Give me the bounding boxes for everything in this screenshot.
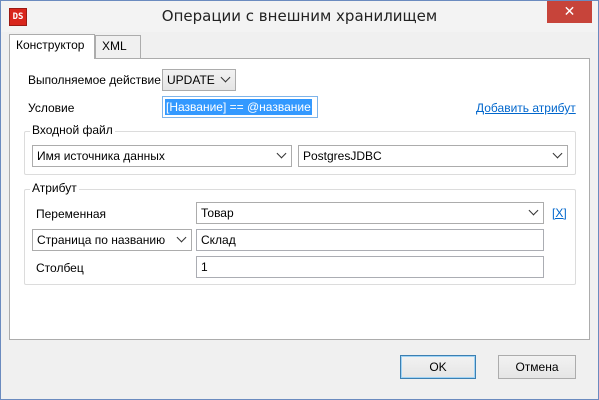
source-value-text: PostgresJDBC [303, 149, 382, 163]
cancel-button[interactable]: Отмена [498, 355, 576, 379]
source-value-select[interactable]: PostgresJDBC [298, 145, 568, 167]
action-label: Выполняемое действие [28, 73, 161, 87]
tab-panel-constructor: Выполняемое действие UPDATE Условие [Наз… [9, 58, 590, 340]
title-bar: DS Операции с внешним хранилищем ✕ [1, 1, 598, 32]
page-name-input[interactable]: Склад [196, 229, 544, 251]
source-type-select[interactable]: Имя источника данных [32, 145, 292, 167]
column-label: Столбец [36, 261, 84, 275]
page-selector-select[interactable]: Страница по названию [32, 229, 192, 251]
window-title: Операции с внешним хранилищем [161, 7, 438, 25]
input-file-group-title: Входной файл [30, 123, 115, 137]
action-select[interactable]: UPDATE [162, 69, 236, 91]
chevron-down-icon [176, 232, 187, 243]
chevron-down-icon [528, 205, 539, 216]
tab-constructor[interactable]: Конструктор [9, 34, 95, 59]
chevron-down-icon [552, 148, 563, 159]
variable-select[interactable]: Товар [196, 202, 544, 224]
dialog-window: DS Операции с внешним хранилищем ✕ Конст… [0, 0, 599, 400]
condition-value: [Название] == @название [165, 99, 312, 115]
page-selector-value: Страница по названию [37, 233, 166, 247]
variable-label: Переменная [36, 207, 106, 221]
condition-label: Условие [28, 101, 75, 115]
chevron-down-icon [276, 148, 287, 159]
column-input[interactable]: 1 [196, 256, 544, 278]
close-icon[interactable]: ✕ [547, 1, 592, 23]
ok-button[interactable]: OK [400, 355, 476, 379]
source-type-value: Имя источника данных [37, 149, 165, 163]
add-attribute-link[interactable]: Добавить атрибут [476, 101, 576, 115]
chevron-down-icon [220, 72, 231, 83]
condition-input[interactable]: [Название] == @название [162, 96, 318, 118]
remove-attribute-link[interactable]: [X] [552, 206, 567, 220]
attribute-group-title: Атрибут [30, 181, 79, 195]
variable-value: Товар [201, 206, 234, 220]
action-select-value: UPDATE [167, 73, 215, 87]
tab-xml[interactable]: XML [95, 35, 141, 58]
